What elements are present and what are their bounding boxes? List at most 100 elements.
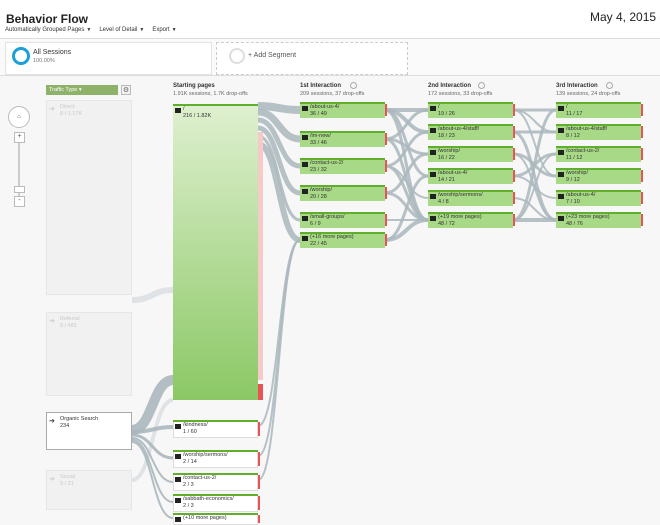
node-value: 22 / 45 — [310, 241, 327, 247]
info-icon[interactable] — [606, 82, 613, 89]
node-value: 216 / 1.82K — [183, 113, 212, 119]
node-label: /worship/sermons/ — [183, 452, 228, 458]
table-icon — [430, 128, 436, 133]
node-label: /worship/ — [566, 170, 589, 176]
dropoff-bar — [258, 422, 260, 436]
node-value: 23 / 32 — [310, 167, 327, 173]
node-value: 36 / 49 — [310, 111, 327, 117]
table-icon — [302, 216, 308, 221]
node-value: 48 / 76 — [566, 221, 583, 227]
table-icon — [175, 517, 181, 522]
node-label: (+10 more pages) — [183, 515, 227, 521]
table-icon — [558, 128, 564, 133]
info-icon[interactable] — [478, 82, 485, 89]
arrow-icon: ➔ — [49, 418, 55, 425]
home-icon[interactable]: ⌂ — [8, 106, 30, 128]
flow-path — [257, 239, 301, 481]
table-icon — [302, 162, 308, 167]
source-node[interactable] — [46, 470, 132, 510]
table-icon — [430, 172, 436, 177]
node-value: 18 / 23 — [438, 133, 455, 139]
node-value: 14 / 21 — [438, 177, 455, 183]
source-value: 8 / 1.17K — [60, 111, 83, 117]
page-node[interactable] — [173, 104, 258, 400]
node-value: 2 / 14 — [183, 459, 197, 465]
dimension-label: Traffic Type — [49, 87, 78, 93]
node-label: /small-groups/ — [310, 214, 345, 220]
flow-path — [131, 287, 174, 303]
dropoff-bar — [641, 214, 643, 226]
node-label: /contact-us-2/ — [310, 160, 344, 166]
dropoff-bar — [258, 132, 263, 380]
gear-icon[interactable]: ⚙ — [121, 85, 131, 95]
column-title: Starting pages — [173, 83, 215, 89]
table-icon — [302, 135, 308, 140]
node-value: 6 / 9 — [310, 221, 321, 227]
column-title: 3rd Interaction — [556, 83, 598, 89]
node-label: /kindness/ — [183, 422, 208, 428]
node-label: /about-us-4/ — [438, 170, 468, 176]
arrow-icon: ➔ — [49, 476, 55, 483]
dropoff-bar — [385, 104, 387, 116]
table-icon — [175, 108, 181, 113]
node-value: 4 / 8 — [438, 199, 449, 205]
source-node[interactable] — [46, 100, 132, 295]
dropoff-bar — [641, 170, 643, 182]
source-node[interactable] — [46, 312, 132, 396]
table-icon — [302, 189, 308, 194]
node-label: /about-us-4/ — [566, 192, 596, 198]
node-label: / — [183, 106, 185, 112]
node-label: /about-us-4/staff/ — [566, 126, 608, 132]
source-name: Referral — [60, 316, 80, 322]
dropoff-bar — [513, 148, 515, 160]
dropoff-bar — [513, 126, 515, 138]
zoom-out-button[interactable]: - — [14, 196, 25, 207]
node-value: 16 / 22 — [438, 155, 455, 161]
node-value: 33 / 46 — [310, 140, 327, 146]
column-stats: 139 sessions, 24 drop-offs — [556, 91, 621, 97]
info-icon[interactable] — [350, 82, 357, 89]
column-title: 2nd Interaction — [428, 83, 472, 89]
source-name: Direct — [60, 104, 75, 110]
column-title: 1st Interaction — [300, 83, 342, 89]
dropoff-bar — [385, 234, 387, 246]
node-label: /im-new/ — [310, 133, 331, 139]
node-label: /worship/ — [438, 148, 461, 154]
dropoff-bar — [385, 187, 387, 199]
node-label: /contact-us-2/ — [566, 148, 600, 154]
node-value: 48 / 72 — [438, 221, 455, 227]
table-icon — [175, 454, 181, 459]
dropoff-bar — [513, 104, 515, 116]
table-icon — [430, 106, 436, 111]
table-icon — [175, 498, 181, 503]
dimension-select[interactable]: Traffic Type ▾ — [46, 85, 118, 95]
dropoff-bar — [641, 126, 643, 138]
column-stats: 1.91K sessions, 1.7K drop-offs — [173, 91, 248, 97]
node-value: 8 / 12 — [566, 133, 580, 139]
dropoff-bar — [258, 515, 260, 523]
dropoff-bar — [258, 384, 263, 400]
node-label: /contact-us-2/ — [183, 475, 217, 481]
source-name: Social — [60, 474, 75, 480]
node-bar — [556, 102, 641, 104]
dropoff-bar — [385, 133, 387, 145]
flow-path — [257, 239, 301, 427]
source-name: Organic Search — [60, 416, 99, 422]
source-value: 8 / 481 — [60, 323, 77, 329]
zoom-handle[interactable] — [14, 186, 25, 193]
node-label: (+23 more pages) — [566, 214, 610, 220]
node-label: /worship/ — [310, 187, 333, 193]
arrow-icon: ➔ — [49, 106, 55, 113]
table-icon — [558, 194, 564, 199]
table-icon — [302, 106, 308, 111]
dropoff-bar — [641, 192, 643, 204]
dropoff-bar — [258, 496, 260, 510]
dropoff-bar — [641, 104, 643, 116]
source-value: 9 / 21 — [60, 481, 74, 487]
table-icon — [558, 172, 564, 177]
dropoff-bar — [258, 475, 260, 489]
node-label: /worship/sermons/ — [438, 192, 483, 198]
zoom-in-button[interactable]: + — [14, 132, 25, 143]
node-label: / — [566, 104, 568, 110]
table-icon — [558, 106, 564, 111]
